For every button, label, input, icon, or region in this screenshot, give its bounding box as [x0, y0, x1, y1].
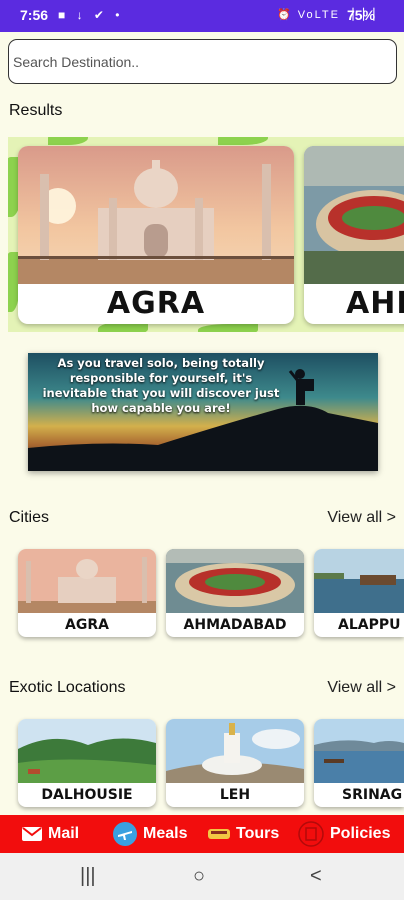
result-card-ahmadabad[interactable]: AHI	[304, 146, 404, 324]
airplane-icon	[113, 822, 137, 846]
lake-image	[314, 719, 404, 783]
city-card-agra[interactable]: AGRA	[18, 549, 156, 637]
exotic-card-label: SRINAG	[342, 787, 403, 803]
nav-tours[interactable]: Tours	[208, 815, 279, 853]
quote-text: As you travel solo, being totally respon…	[42, 356, 280, 415]
nav-meals-label: Meals	[143, 825, 188, 842]
stadium-image	[304, 146, 404, 284]
backwaters-image	[314, 549, 404, 613]
exotic-card-dalhousie[interactable]: DALHOUSIE	[18, 719, 156, 807]
search-box[interactable]	[8, 39, 397, 84]
system-navigation-bar: ||| ○ <	[0, 853, 404, 900]
taj-mahal-image	[18, 146, 294, 284]
battery-level: 75%	[347, 7, 376, 23]
city-card-label: ALAPPU	[338, 617, 401, 633]
stadium-image	[166, 549, 304, 613]
city-card-ahmadabad[interactable]: AHMADABAD	[166, 549, 304, 637]
travel-quote-banner: As you travel solo, being totally respon…	[28, 353, 378, 471]
exotic-card-srinagar[interactable]: SRINAG	[314, 719, 404, 807]
nav-mail-label: Mail	[48, 825, 80, 842]
nav-tours-label: Tours	[236, 825, 280, 842]
exotic-card-label: LEH	[219, 787, 251, 803]
back-button[interactable]: <	[310, 865, 322, 888]
result-card-label: AHI	[346, 286, 404, 321]
stupa-image	[166, 719, 304, 783]
city-card-alappuzha[interactable]: ALAPPU	[314, 549, 404, 637]
hills-image	[18, 719, 156, 783]
home-button[interactable]: ○	[193, 865, 205, 888]
results-carousel[interactable]: AGRA AHI	[8, 137, 404, 332]
city-card-label: AHMADABAD	[183, 617, 287, 633]
tours-icon	[208, 829, 230, 839]
nav-policies-label: Policies	[330, 825, 391, 842]
status-time: 7:56	[20, 7, 49, 23]
taj-mahal-image	[18, 549, 156, 613]
bottom-navigation: Mail Meals Tours Policies	[0, 815, 404, 853]
nav-meals[interactable]: Meals	[113, 815, 187, 853]
recents-button[interactable]: |||	[80, 865, 96, 888]
exotic-view-all-link[interactable]: View all >	[327, 679, 396, 697]
cities-view-all-link[interactable]: View all >	[327, 509, 396, 527]
status-bar: 7:56 ■ ↓ ✔ • ⏰ VoLTE ▕▕▕ 75%	[0, 0, 404, 32]
search-input[interactable]	[9, 40, 396, 83]
nav-policies[interactable]: Policies	[298, 815, 390, 853]
mail-icon	[22, 827, 42, 841]
result-card-agra[interactable]: AGRA	[18, 146, 294, 324]
exotic-locations-title: Exotic Locations	[9, 679, 126, 696]
policies-icon	[298, 821, 324, 847]
city-card-label: AGRA	[65, 617, 109, 633]
nav-mail[interactable]: Mail	[22, 815, 79, 853]
result-card-label: AGRA	[106, 286, 206, 321]
exotic-card-leh[interactable]: LEH	[166, 719, 304, 807]
results-title: Results	[9, 102, 63, 119]
exotic-card-label: DALHOUSIE	[41, 787, 133, 803]
cities-title: Cities	[9, 509, 50, 526]
notification-icons: ■ ↓ ✔ •	[58, 8, 124, 22]
